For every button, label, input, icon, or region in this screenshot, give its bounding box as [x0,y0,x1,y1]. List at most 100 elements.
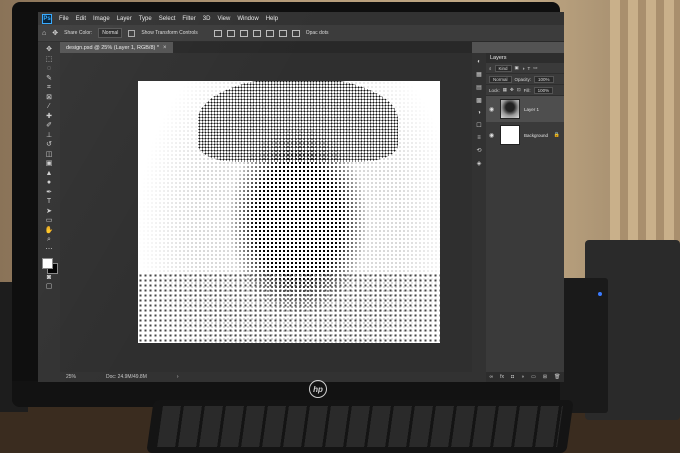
layers-panel: Layers ⌕ Kind ▣ ◑ T ▭ Normal Opacity: 10… [486,53,564,382]
filter-shape-icon[interactable]: ▭ [533,65,537,71]
move-tool-icon[interactable]: ✥ [52,29,58,37]
link-layers-icon[interactable]: ∞ [490,374,494,380]
lock-position-icon[interactable]: ✥ [510,87,514,93]
marquee-icon[interactable]: ⬚ [42,56,56,64]
add-mask-icon[interactable]: ◘ [511,374,514,380]
align-right-icon[interactable] [239,29,248,37]
zoom-icon[interactable]: ⌕ [42,236,56,244]
gradients-panel-icon[interactable]: ▤ [476,84,482,91]
zoom-level[interactable]: 25% [66,374,76,380]
layers-panel-title[interactable]: Layers [486,53,564,63]
fill-input[interactable]: 100% [533,86,554,94]
transform-controls-checkbox[interactable] [128,29,136,37]
tools-panel: ✥ ⬚ ◌ ✎ ⌗ ⊠ ⁄ ✚ ✐ ⊥ ↺ ◫ ▣ ▲ ● ✒ T ➤ ▭ ✋ … [38,42,60,382]
color-panel-icon[interactable]: ◐ [477,59,481,65]
canvas-area[interactable] [60,53,472,372]
filter-kind-select[interactable]: Kind [494,64,512,72]
hand-icon[interactable]: ✋ [42,227,56,235]
adjustment-layer-icon[interactable]: ◑ [521,374,524,380]
filter-pixel-icon[interactable]: ▣ [515,65,519,71]
new-layer-icon[interactable]: ⊞ [543,374,547,380]
options-bar: ⌂ ✥ Share Color: Normal Show Transform C… [38,25,564,42]
move-icon[interactable]: ✥ [42,46,56,54]
stamp-icon[interactable]: ⊥ [42,132,56,140]
swatches-panel-icon[interactable]: ▦ [476,71,482,78]
align-top-icon[interactable] [252,29,261,37]
lock-all-icon[interactable]: ⊡ [517,87,521,93]
opacity-input[interactable]: 100% [534,75,554,83]
halftone-portrait-canvas[interactable] [138,81,440,343]
layer-row-background[interactable]: ◉ Background 🔒 [486,122,564,148]
layers-panel-footer: ∞ fx ◘ ◑ ▭ ⊞ 🗑 [486,372,564,382]
brush-icon[interactable]: ✐ [42,122,56,130]
keyboard [146,400,574,453]
lock-label: Lock: [489,87,500,93]
lasso-icon[interactable]: ◌ [42,65,56,73]
photoshop-logo: Ps [42,13,52,24]
align-bottom-icon[interactable] [278,29,287,37]
menu-view[interactable]: View [217,16,230,22]
layer-thumbnail [500,99,520,119]
menu-file[interactable]: File [59,16,69,22]
layer-name: Layer 1 [524,106,540,112]
filter-adjust-icon[interactable]: ◑ [522,66,525,71]
eyedropper-icon[interactable]: ⁄ [42,103,56,111]
menu-edit[interactable]: Edit [76,16,86,22]
dodge-icon[interactable]: ● [42,179,56,187]
menu-type[interactable]: Type [139,16,152,22]
menu-image[interactable]: Image [93,16,110,22]
close-icon[interactable]: × [163,45,167,51]
fx-icon[interactable]: fx [500,374,504,380]
filter-type-icon[interactable]: T [528,66,531,71]
menu-filter[interactable]: Filter [182,16,195,22]
home-icon[interactable]: ⌂ [42,30,46,37]
transform-controls-label: Show Transform Controls [141,30,198,36]
visibility-eye-icon[interactable]: ◉ [489,132,496,139]
foreground-color-swatch[interactable] [42,258,53,269]
adjustments-panel-icon[interactable]: ◑ [477,110,481,116]
history-panel-icon[interactable]: ⟲ [476,147,481,154]
screen-mode-icon[interactable]: ▢ [42,283,56,291]
status-arrow-icon[interactable]: › [177,374,179,380]
pen-icon[interactable]: ✒ [42,189,56,197]
more-tools-icon[interactable]: ⋯ [42,246,56,254]
menu-layer[interactable]: Layer [117,16,132,22]
gradient-icon[interactable]: ▣ [42,160,56,168]
shape-icon[interactable]: ▭ [42,217,56,225]
visibility-eye-icon[interactable]: ◉ [489,106,496,113]
history-brush-icon[interactable]: ↺ [42,141,56,149]
group-icon[interactable]: ▭ [531,374,536,380]
menu-select[interactable]: Select [159,16,176,22]
type-icon[interactable]: T [42,198,56,206]
channels-panel-icon[interactable]: ◈ [477,160,482,167]
menu-help[interactable]: Help [266,16,278,22]
align-left-icon[interactable] [213,29,222,37]
quick-mask-icon[interactable]: ◙ [42,274,56,282]
curtain [610,0,680,260]
status-bar: 25% Doc: 24.9M/49.8M › [60,372,472,382]
lock-pixels-icon[interactable]: ▦ [503,87,507,93]
align-center-icon[interactable] [226,29,235,37]
menu-3d[interactable]: 3D [203,16,211,22]
document-size: Doc: 24.9M/49.8M [106,374,147,380]
menu-window[interactable]: Window [237,16,258,22]
properties-panel-icon[interactable]: ≡ [477,135,481,141]
libraries-panel-icon[interactable]: ☐ [476,122,481,129]
align-middle-icon[interactable] [265,29,274,37]
hp-logo: hp [309,380,327,398]
frame-icon[interactable]: ⊠ [42,94,56,102]
eraser-icon[interactable]: ◫ [42,151,56,159]
patterns-panel-icon[interactable]: ▩ [476,97,482,104]
crop-icon[interactable]: ⌗ [42,84,56,92]
quick-select-icon[interactable]: ✎ [42,75,56,83]
path-select-icon[interactable]: ➤ [42,208,56,216]
layer-row-layer-1[interactable]: ◉ Layer 1 [486,96,564,122]
blend-mode-select[interactable]: Normal [489,75,512,83]
healing-icon[interactable]: ✚ [42,113,56,121]
blur-icon[interactable]: ▲ [42,170,56,178]
distribute-icon[interactable] [291,29,300,37]
color-swatches[interactable] [42,258,58,274]
delete-layer-icon[interactable]: 🗑 [554,374,560,380]
mode-select[interactable]: Normal [98,28,123,38]
document-tab[interactable]: design.psd @ 25% (Layer 1, RGB/8) * × [60,42,173,53]
